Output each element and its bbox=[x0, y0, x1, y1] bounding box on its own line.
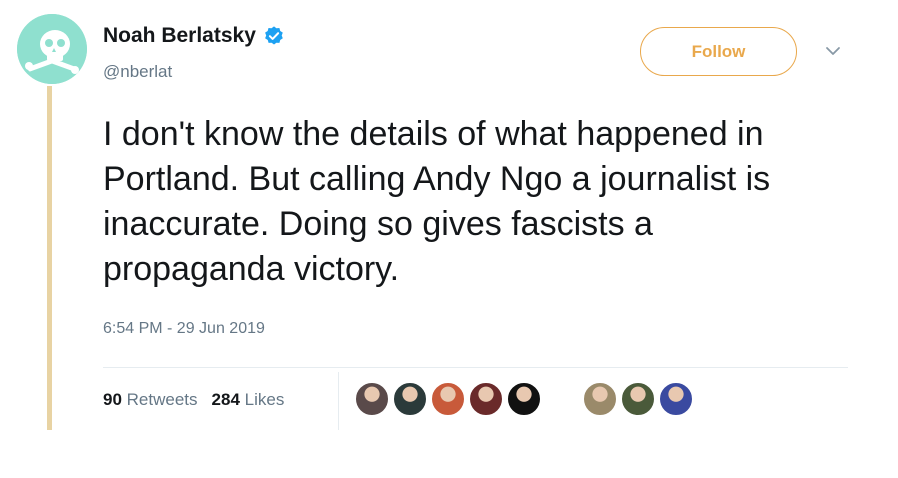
liker-avatar-5[interactable] bbox=[507, 382, 541, 416]
likes-count: 284 bbox=[211, 390, 240, 409]
tweet-stats: 90 Retweets 284 Likes bbox=[103, 390, 284, 410]
liker-avatar-4[interactable] bbox=[469, 382, 503, 416]
retweets-stat[interactable]: 90 Retweets bbox=[103, 390, 198, 410]
author-name[interactable]: Noah Berlatsky bbox=[103, 24, 256, 48]
liker-avatar-9[interactable] bbox=[659, 382, 693, 416]
chevron-down-icon[interactable] bbox=[824, 42, 842, 60]
likers-avatars bbox=[355, 382, 697, 416]
likes-label: Likes bbox=[244, 390, 285, 409]
skull-avatar-icon bbox=[17, 14, 87, 84]
author-handle[interactable]: @nberlat bbox=[103, 62, 172, 82]
tweet-text: I don't know the details of what happene… bbox=[103, 115, 771, 288]
liker-avatar-3[interactable] bbox=[431, 382, 465, 416]
divider bbox=[103, 367, 848, 368]
follow-button[interactable]: Follow bbox=[640, 27, 797, 76]
thread-line bbox=[47, 86, 52, 430]
liker-avatar-1[interactable] bbox=[355, 382, 389, 416]
author-name-row: Noah Berlatsky bbox=[103, 24, 285, 48]
liker-avatar-8[interactable] bbox=[621, 382, 655, 416]
liker-avatar-2[interactable] bbox=[393, 382, 427, 416]
retweets-count: 90 bbox=[103, 390, 122, 409]
likes-stat[interactable]: 284 Likes bbox=[212, 390, 285, 410]
verified-badge-icon bbox=[265, 26, 283, 45]
stats-separator bbox=[338, 372, 339, 430]
retweets-label: Retweets bbox=[126, 390, 198, 409]
liker-avatar-6[interactable] bbox=[545, 382, 579, 416]
liker-avatar-7[interactable] bbox=[583, 382, 617, 416]
author-avatar[interactable] bbox=[17, 14, 87, 84]
tweet-timestamp[interactable]: 6:54 PM - 29 Jun 2019 bbox=[103, 320, 265, 338]
